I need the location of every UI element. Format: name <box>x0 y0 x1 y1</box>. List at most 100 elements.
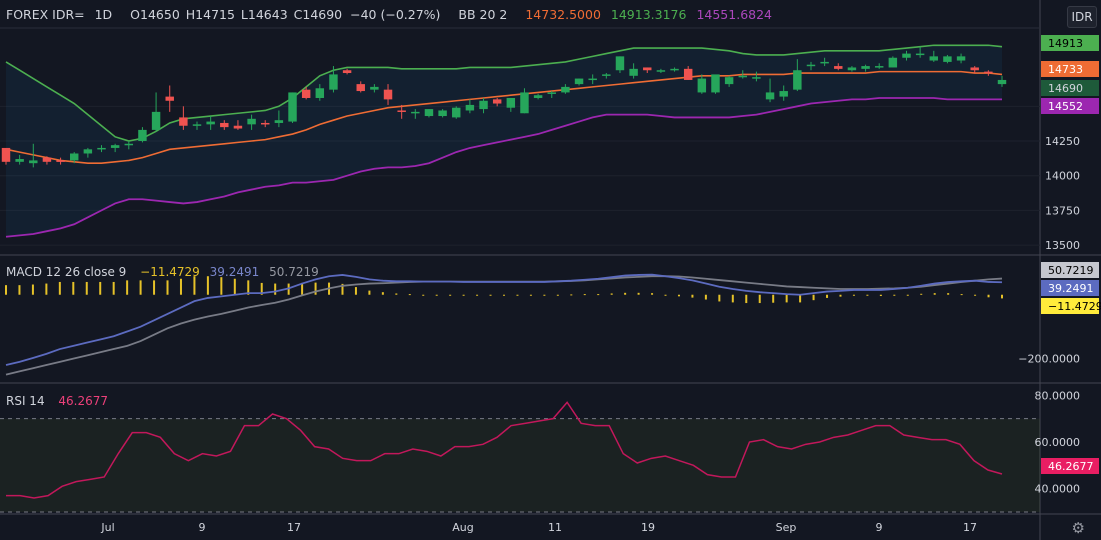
candle-body[interactable] <box>247 118 256 125</box>
candle-body[interactable] <box>915 53 925 56</box>
candle-body[interactable] <box>711 74 720 93</box>
close-value: C14690 <box>293 7 343 22</box>
candle-body[interactable] <box>943 56 952 62</box>
candle-body[interactable] <box>83 149 93 154</box>
candle-body[interactable] <box>874 66 884 68</box>
candle-body[interactable] <box>438 110 447 117</box>
candle-body[interactable] <box>533 95 543 98</box>
candle-body[interactable] <box>956 56 966 61</box>
macd-histogram-bar <box>99 281 102 295</box>
macd-histogram-bar <box>947 293 950 295</box>
candle-body[interactable] <box>56 160 65 162</box>
candle-body[interactable] <box>165 96 174 101</box>
candle-body[interactable] <box>629 68 638 76</box>
candle-body[interactable] <box>656 70 666 72</box>
candle-body[interactable] <box>110 145 120 148</box>
candle-body[interactable] <box>233 125 243 129</box>
candle-body[interactable] <box>29 160 38 164</box>
candle-body[interactable] <box>520 92 529 114</box>
candle-body[interactable] <box>452 107 461 118</box>
macd-histogram-bar <box>677 294 680 297</box>
rsi-band-fill <box>0 418 1040 512</box>
candle-body[interactable] <box>547 92 556 94</box>
candle-body[interactable] <box>69 153 79 161</box>
candle-body[interactable] <box>643 67 652 71</box>
bb-label[interactable]: BB 20 2 <box>458 7 507 22</box>
candle-body[interactable] <box>15 159 24 162</box>
candle-body[interactable] <box>997 79 1007 85</box>
candle-body[interactable] <box>42 157 52 162</box>
symbol-label[interactable]: FOREX IDR= <box>6 7 85 22</box>
candle-body[interactable] <box>574 78 584 85</box>
macd-label[interactable]: MACD 12 26 close 9 <box>6 265 126 279</box>
candle-body[interactable] <box>738 75 747 78</box>
candle-body[interactable] <box>261 122 270 125</box>
macd-histogram-bar <box>543 294 546 296</box>
rsi-label[interactable]: RSI 14 <box>6 394 45 408</box>
macd-histogram-bar <box>462 294 465 296</box>
candle-body[interactable] <box>724 77 734 85</box>
candle-body[interactable] <box>342 70 352 74</box>
macd-histogram-bar <box>45 283 48 295</box>
rsi-legend: RSI 14 46.2677 <box>6 394 114 408</box>
candle-body[interactable] <box>670 68 679 71</box>
candle-body[interactable] <box>847 67 857 71</box>
candle-body[interactable] <box>124 143 134 146</box>
candle-body[interactable] <box>970 67 979 71</box>
candle-body[interactable] <box>861 66 870 69</box>
candle-body[interactable] <box>779 91 788 97</box>
settings-gear-icon[interactable]: ⚙ <box>1072 519 1085 537</box>
candle-body[interactable] <box>615 56 625 71</box>
candle-body[interactable] <box>383 89 393 100</box>
candle-body[interactable] <box>834 66 843 69</box>
candle-body[interactable] <box>806 64 816 67</box>
time-tick-label: 9 <box>199 521 206 534</box>
candle-body[interactable] <box>902 53 911 58</box>
candle-body[interactable] <box>424 109 434 117</box>
candle-body[interactable] <box>479 100 488 110</box>
candle-body[interactable] <box>179 117 188 126</box>
candle-body[interactable] <box>356 84 365 92</box>
candle-body[interactable] <box>888 57 898 68</box>
candle-body[interactable] <box>602 74 611 76</box>
candle-body[interactable] <box>301 89 311 98</box>
candle-body[interactable] <box>984 71 993 74</box>
candle-body[interactable] <box>820 61 829 64</box>
macd-histogram-bar <box>354 287 357 295</box>
change-value: −40 (−0.27%) <box>350 7 441 22</box>
candle-body[interactable] <box>192 124 202 126</box>
candle-body[interactable] <box>929 56 939 61</box>
candle-body[interactable] <box>588 78 597 81</box>
time-axis[interactable]: Jul 9 17 Aug 11 19 Sep 9 17 <box>100 521 977 534</box>
candle-body[interactable] <box>683 68 693 80</box>
macd-histogram-bar <box>449 294 452 296</box>
macd-histogram-bar <box>516 294 519 296</box>
interval-label[interactable]: 1D <box>95 7 113 22</box>
candle-body[interactable] <box>1 147 11 162</box>
candle-body[interactable] <box>274 120 284 123</box>
candle-body[interactable] <box>465 104 475 111</box>
macd-histogram-bar <box>556 294 559 296</box>
candle-body[interactable] <box>397 110 406 112</box>
candle-body[interactable] <box>411 111 420 114</box>
candle-body[interactable] <box>370 86 379 90</box>
macd-histogram-bar <box>368 290 371 295</box>
candle-body[interactable] <box>288 92 297 122</box>
candle-body[interactable] <box>793 70 802 90</box>
candle-body[interactable] <box>492 99 502 104</box>
candle-body[interactable] <box>315 88 325 98</box>
candle-body[interactable] <box>206 121 215 125</box>
candle-body[interactable] <box>97 147 106 150</box>
macd-histogram-bar <box>422 294 425 296</box>
candle-body[interactable] <box>506 97 516 108</box>
candle-body[interactable] <box>752 77 761 79</box>
candle-body[interactable] <box>220 122 229 128</box>
candle-body[interactable] <box>329 74 338 90</box>
currency-badge[interactable]: IDR <box>1067 6 1097 28</box>
candle-body[interactable] <box>765 92 775 100</box>
candle-body[interactable] <box>697 78 707 93</box>
candle-body[interactable] <box>151 111 161 130</box>
macd-histogram-bar <box>637 292 640 295</box>
candle-body[interactable] <box>561 86 570 93</box>
candle-body[interactable] <box>138 129 147 141</box>
